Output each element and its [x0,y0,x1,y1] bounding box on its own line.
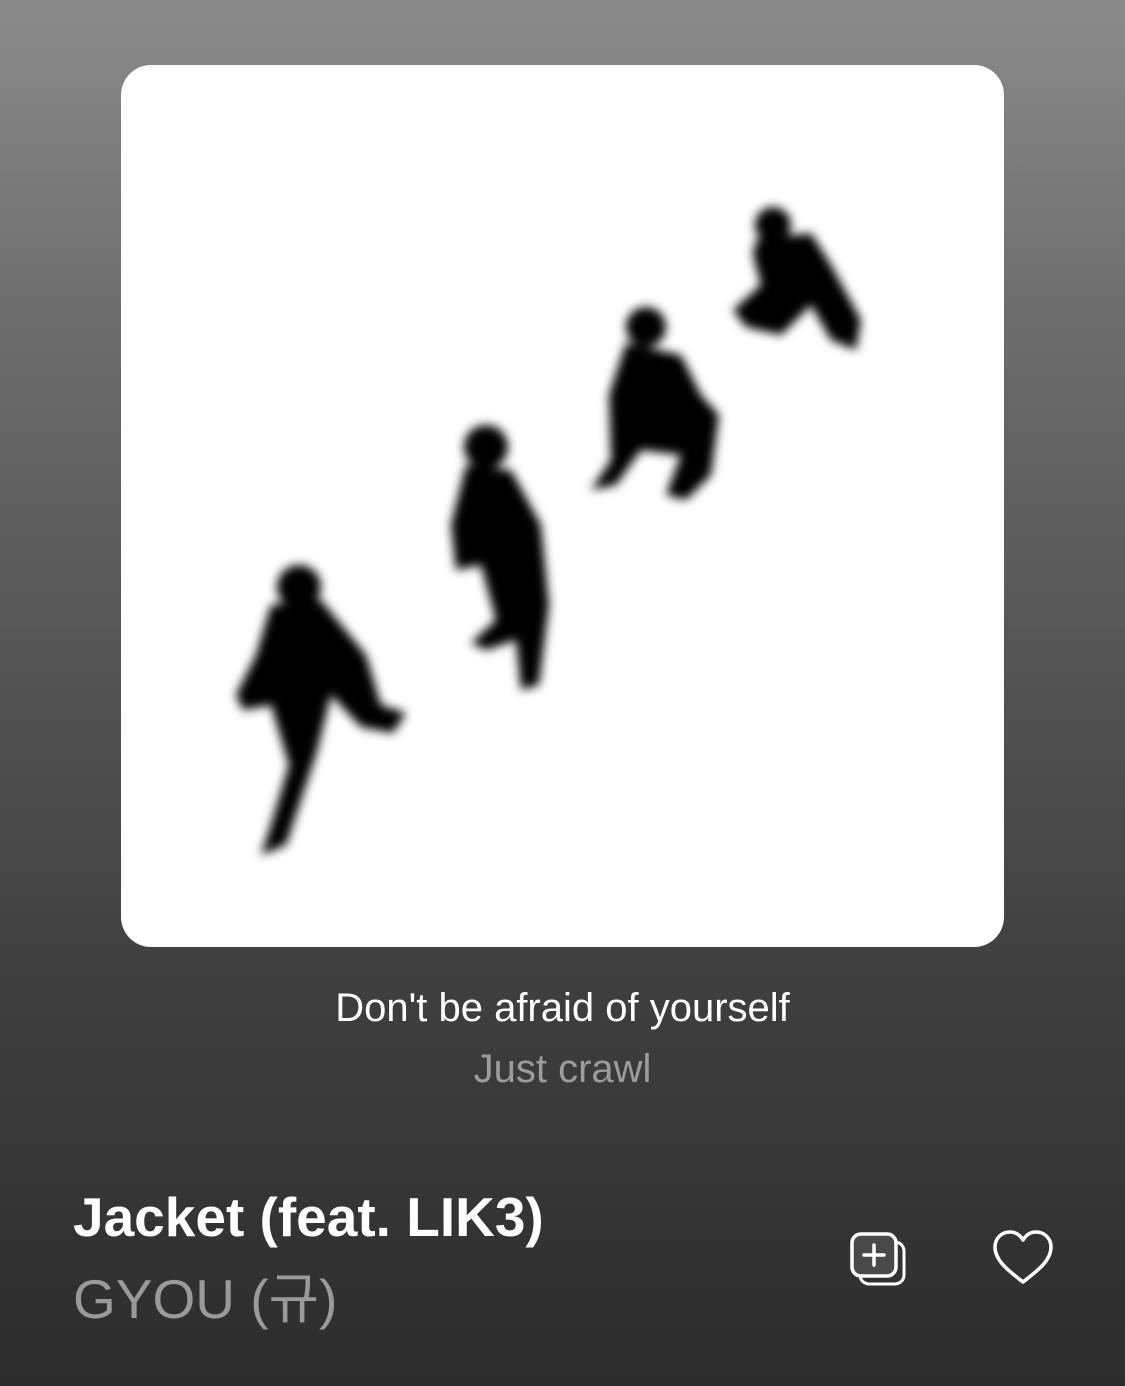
album-artwork-silhouettes-icon [236,207,861,855]
favorite-button[interactable] [983,1218,1063,1298]
next-lyric-line[interactable]: Just crawl [0,1044,1125,1094]
album-artwork[interactable] [121,65,1004,947]
current-lyric-line[interactable]: Don't be afraid of yourself [0,983,1125,1033]
song-title[interactable]: Jacket (feat. LIK3) [73,1184,544,1250]
artist-name[interactable]: GYOU (규) [73,1266,337,1332]
add-to-library-icon [850,1232,906,1286]
add-to-library-button[interactable] [838,1218,918,1298]
heart-icon [993,1230,1053,1284]
